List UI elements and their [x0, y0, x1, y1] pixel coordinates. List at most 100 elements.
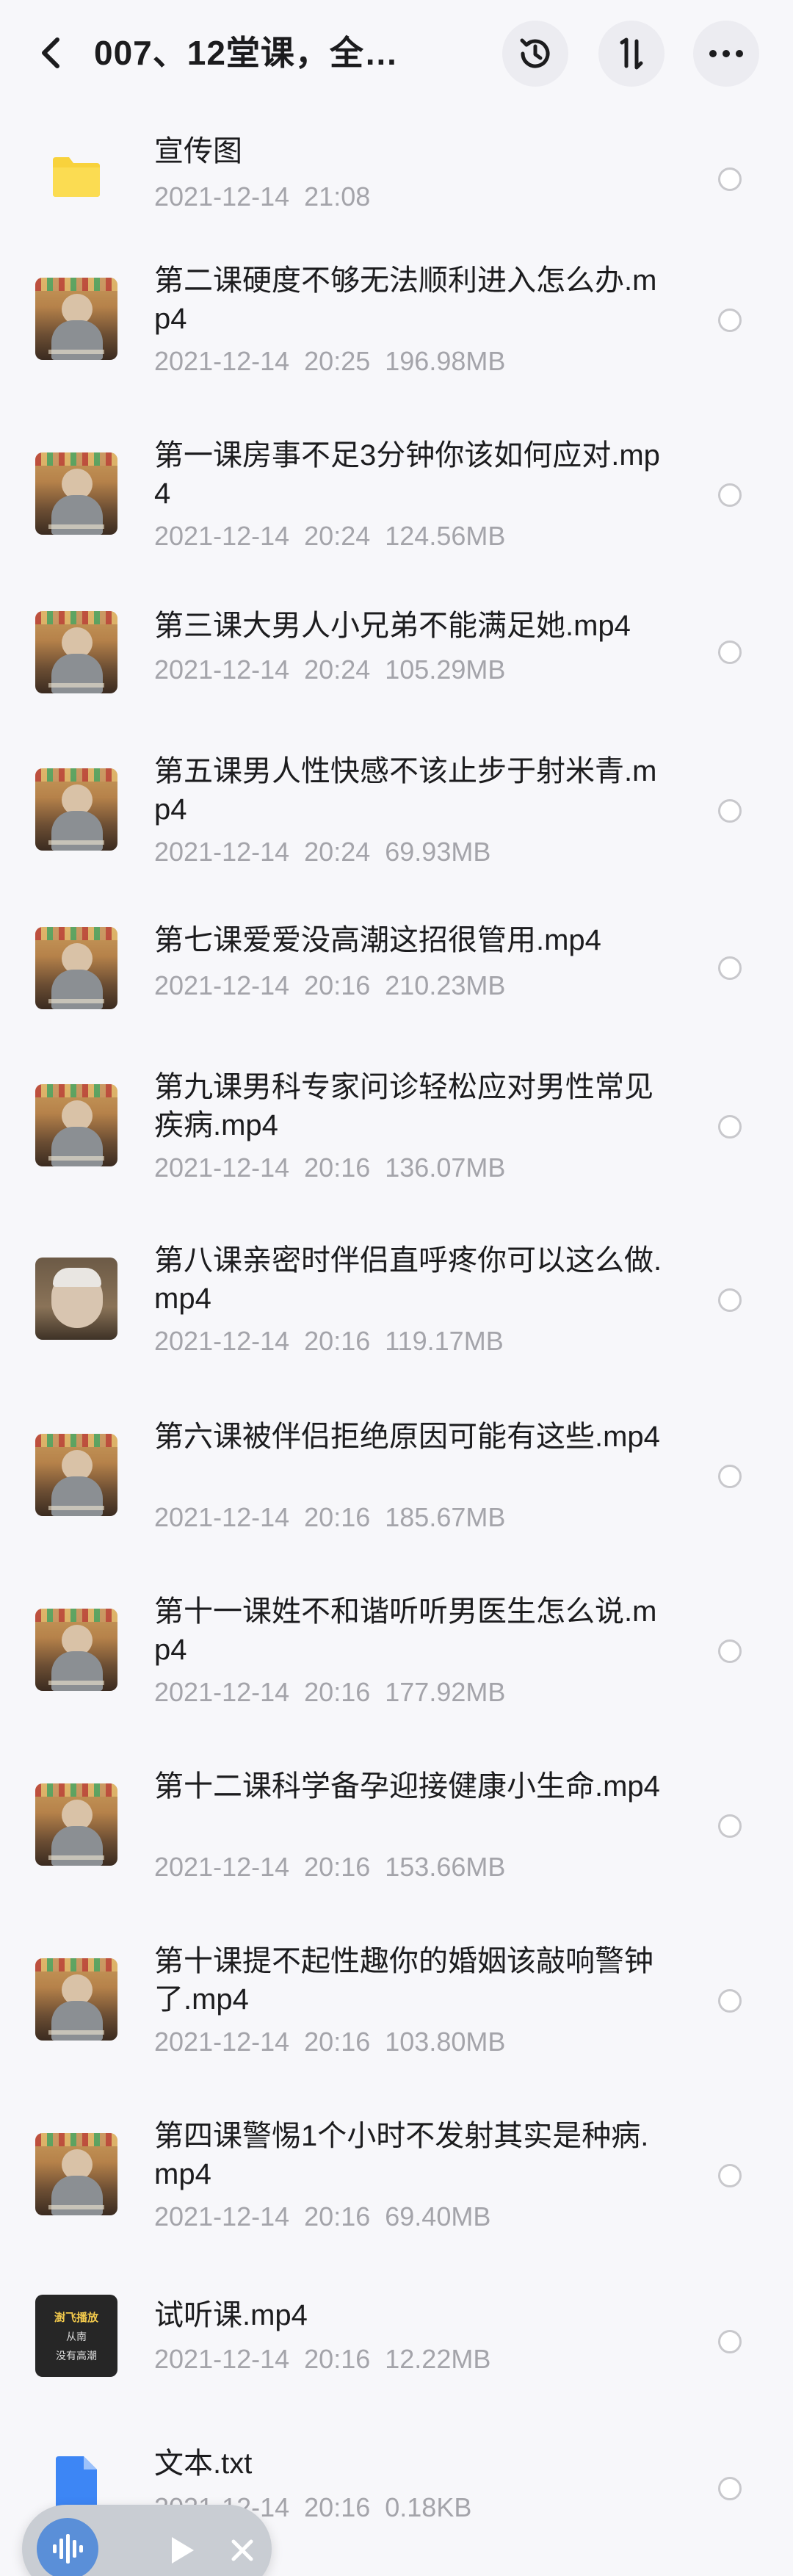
- file-date: 2021-12-14 20:16: [154, 1502, 371, 1532]
- thumbnail-text: 澍飞播放: [54, 2311, 98, 2324]
- video-thumbnail: [35, 768, 117, 851]
- sort-button[interactable]: [598, 21, 665, 87]
- list-item[interactable]: 第九课男科专家问诊轻松应对男性常见疾病.mp4 2021-12-14 20:16…: [0, 1039, 793, 1213]
- select-radio[interactable]: [718, 956, 742, 980]
- select-radio[interactable]: [718, 641, 742, 664]
- sort-icon: [620, 37, 643, 70]
- select-radio[interactable]: [718, 1465, 742, 1488]
- file-size: 196.98MB: [385, 346, 506, 376]
- list-item[interactable]: 第八课亲密时伴侣直呼疼你可以这么做.mp4 2021-12-14 20:16 1…: [0, 1213, 793, 1388]
- file-name: 第十一课姓不和谐听听男医生怎么说.mp4: [154, 1595, 657, 1666]
- file-size: 124.56MB: [385, 521, 506, 551]
- video-thumbnail: [35, 927, 117, 1009]
- file-date: 2021-12-14 20:16: [154, 1852, 371, 1882]
- close-icon[interactable]: [229, 2537, 256, 2564]
- list-item[interactable]: 第十一课姓不和谐听听男医生怎么说.mp4 2021-12-14 20:16 17…: [0, 1563, 793, 1738]
- file-meta: 2021-12-14 20:16 103.80MB: [154, 2026, 505, 2058]
- select-radio[interactable]: [718, 2330, 742, 2353]
- select-radio[interactable]: [718, 2477, 742, 2500]
- folder-icon: [53, 157, 100, 197]
- video-thumbnail: [35, 2133, 117, 2215]
- select-radio[interactable]: [718, 799, 742, 823]
- file-meta: 2021-12-14 20:16 177.92MB: [154, 1676, 505, 1709]
- list-item[interactable]: 第十课提不起性趣你的婚姻该敲响警钟了.mp4 2021-12-14 20:16 …: [0, 1913, 793, 2088]
- file-name: 第九课男科专家问诊轻松应对男性常见疾病.mp4: [154, 1071, 653, 1141]
- file-meta: 2021-12-14 20:16 136.07MB: [154, 1152, 505, 1184]
- file-date: 2021-12-14 20:25: [154, 346, 371, 376]
- file-name: 第七课爱爱没高潮这招很管用.mp4: [154, 924, 601, 956]
- select-radio[interactable]: [718, 1639, 742, 1663]
- file-date: 2021-12-14 20:16: [154, 1152, 371, 1183]
- file-name: 试听课.mp4: [154, 2299, 308, 2331]
- file-meta: 2021-12-14 20:16 119.17MB: [154, 1325, 504, 1357]
- file-meta: 2021-12-14 20:16 210.23MB: [154, 970, 505, 1002]
- select-radio[interactable]: [718, 1989, 742, 2013]
- file-name: 第三课大男人小兄弟不能满足她.mp4: [154, 610, 631, 642]
- video-thumbnail: [35, 1084, 117, 1166]
- file-meta: 2021-12-14 20:24 69.93MB: [154, 836, 490, 868]
- video-thumbnail: [35, 278, 117, 360]
- waveform-button[interactable]: [37, 2518, 98, 2576]
- file-date: 2021-12-14 20:16: [154, 1326, 371, 1356]
- select-radio[interactable]: [718, 2164, 742, 2187]
- back-button[interactable]: [29, 31, 73, 75]
- play-icon[interactable]: [166, 2534, 198, 2566]
- file-name: 文本.txt: [154, 2447, 253, 2480]
- list-item[interactable]: 第四课警惕1个小时不发射其实是种病.mp4 2021-12-14 20:16 6…: [0, 2088, 793, 2262]
- file-date: 2021-12-14 21:08: [154, 181, 371, 212]
- file-date: 2021-12-14 20:16: [154, 2027, 371, 2057]
- video-thumbnail: [35, 1958, 117, 2041]
- list-item[interactable]: 第二课硬度不够无法顺利进入怎么办.mp4 2021-12-14 20:25 19…: [0, 235, 793, 410]
- file-name: 第一课房事不足3分钟你该如何应对.mp4: [154, 439, 660, 510]
- file-size: 0.18KB: [385, 2492, 472, 2522]
- top-bar: 007、12堂课，全…: [0, 0, 793, 110]
- select-radio[interactable]: [718, 309, 742, 332]
- file-name: 第六课被伴侣拒绝原因可能有这些.mp4: [154, 1421, 660, 1453]
- file-name: 第十二课科学备孕迎接健康小生命.mp4: [154, 1770, 660, 1803]
- thumbnail-text: 从南: [66, 2330, 87, 2342]
- file-size: 210.23MB: [385, 970, 506, 1000]
- history-icon: [520, 38, 550, 68]
- file-meta: 2021-12-14 20:24 124.56MB: [154, 520, 505, 552]
- thumbnail-text: 没有高潮: [56, 2349, 97, 2362]
- list-item[interactable]: 澍飞播放 从南 没有高潮 试听课.mp4 2021-12-14 20:16 12…: [0, 2262, 793, 2412]
- video-thumbnail: [35, 611, 117, 693]
- select-radio[interactable]: [718, 1115, 742, 1139]
- floating-audio-player[interactable]: [22, 2505, 272, 2576]
- file-size: 119.17MB: [385, 1326, 504, 1356]
- more-button[interactable]: [693, 21, 759, 87]
- file-meta: 2021-12-14 20:25 196.98MB: [154, 345, 505, 378]
- select-radio[interactable]: [718, 483, 742, 507]
- list-item[interactable]: 第六课被伴侣拒绝原因可能有这些.mp4 2021-12-14 20:16 185…: [0, 1388, 793, 1563]
- file-date: 2021-12-14 20:16: [154, 970, 371, 1000]
- list-item[interactable]: 第三课大男人小兄弟不能满足她.mp4 2021-12-14 20:24 105.…: [0, 583, 793, 723]
- file-list: 宣传图 2021-12-14 21:08 第二课硬度不够无法顺利进入怎么办.mp…: [0, 110, 793, 2566]
- list-item[interactable]: 第一课房事不足3分钟你该如何应对.mp4 2021-12-14 20:24 12…: [0, 410, 793, 583]
- file-meta: 2021-12-14 20:16 153.66MB: [154, 1851, 505, 1883]
- file-date: 2021-12-14 20:16: [154, 2344, 371, 2374]
- file-date: 2021-12-14 20:24: [154, 837, 371, 867]
- select-radio[interactable]: [718, 1288, 742, 1312]
- file-size: 103.80MB: [385, 2027, 506, 2057]
- file-meta: 2021-12-14 21:08: [154, 181, 370, 213]
- file-date: 2021-12-14 20:16: [154, 1677, 371, 1707]
- select-radio[interactable]: [718, 1814, 742, 1838]
- back-icon: [42, 37, 59, 68]
- file-meta: 2021-12-14 20:16 69.40MB: [154, 2201, 490, 2233]
- video-thumbnail: [35, 452, 117, 535]
- file-date: 2021-12-14 20:16: [154, 2201, 371, 2232]
- list-item[interactable]: 第五课男人性快感不该止步于射米青.mp4 2021-12-14 20:24 69…: [0, 723, 793, 899]
- list-item[interactable]: 宣传图 2021-12-14 21:08: [0, 110, 793, 235]
- select-radio[interactable]: [718, 167, 742, 191]
- video-thumbnail: [35, 1783, 117, 1866]
- file-date: 2021-12-14 20:24: [154, 654, 371, 685]
- video-thumbnail: [35, 1609, 117, 1691]
- list-item[interactable]: 第七课爱爱没高潮这招很管用.mp4 2021-12-14 20:16 210.2…: [0, 899, 793, 1039]
- file-meta: 2021-12-14 20:16 12.22MB: [154, 2343, 490, 2375]
- file-size: 185.67MB: [385, 1502, 506, 1532]
- file-size: 69.40MB: [385, 2201, 491, 2232]
- file-name: 第四课警惕1个小时不发射其实是种病.mp4: [154, 2120, 649, 2190]
- list-item[interactable]: 第十二课科学备孕迎接健康小生命.mp4 2021-12-14 20:16 153…: [0, 1738, 793, 1913]
- file-name: 第五课男人性快感不该止步于射米青.mp4: [154, 755, 657, 826]
- history-button[interactable]: [502, 21, 568, 87]
